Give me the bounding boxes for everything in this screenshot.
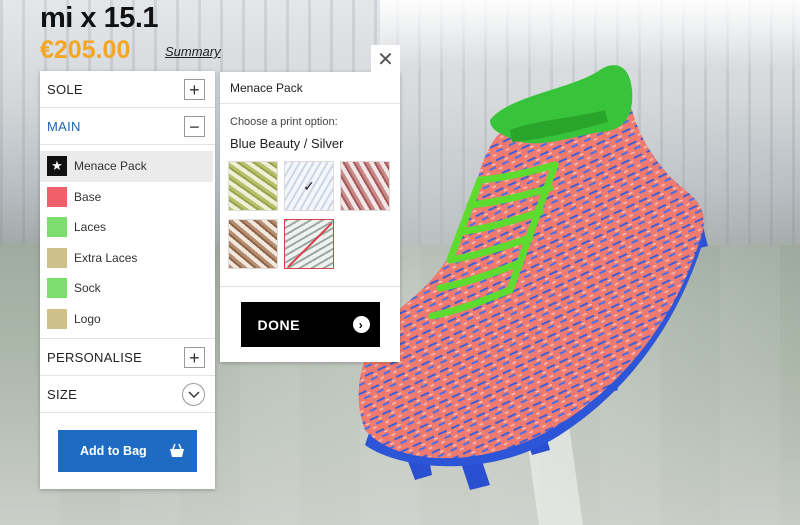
section-personalise[interactable]: PERSONALISE +	[40, 339, 215, 376]
done-label: DONE	[257, 316, 300, 333]
print-options-popup: ✕ Menace Pack Choose a print option: Blu…	[220, 45, 400, 362]
section-main[interactable]: MAIN −	[40, 108, 215, 145]
section-sole-label: SOLE	[47, 81, 83, 97]
part-logo[interactable]: Logo	[40, 304, 215, 335]
part-label: Laces	[74, 220, 107, 235]
section-main-label: MAIN	[47, 118, 81, 134]
collapse-minus-icon[interactable]: −	[184, 116, 205, 137]
done-area: DONE ›	[220, 286, 400, 362]
print-option-none[interactable]	[284, 219, 334, 269]
done-button[interactable]: DONE ›	[240, 302, 380, 347]
part-base[interactable]: Base	[40, 182, 215, 213]
product-title: mi x 15.1	[40, 2, 159, 34]
section-size-label: SIZE	[47, 386, 78, 402]
close-icon[interactable]: ✕	[371, 45, 400, 74]
part-extra-laces[interactable]: Extra Laces	[40, 243, 215, 274]
part-label: Sock	[74, 281, 101, 296]
expand-plus-icon[interactable]: +	[184, 347, 205, 368]
add-to-bag-label: Add to Bag	[80, 443, 147, 458]
star-icon: ★	[47, 156, 67, 177]
selected-print-name: Blue Beauty / Silver	[230, 136, 344, 151]
add-to-bag-area: Add to Bag	[40, 413, 215, 488]
print-option-green[interactable]	[228, 161, 278, 211]
color-swatch	[47, 247, 67, 268]
main-parts-list: ★ Menace Pack Base Laces Extra Laces Soc…	[40, 145, 215, 339]
chevron-down-icon[interactable]	[182, 383, 205, 406]
choose-print-label: Choose a print option:	[230, 116, 338, 128]
product-price: €205.00	[40, 36, 131, 64]
color-swatch	[47, 308, 67, 329]
add-to-bag-button[interactable]: Add to Bag	[58, 429, 197, 472]
summary-link[interactable]: Summary	[165, 44, 221, 59]
color-swatch	[47, 186, 67, 207]
section-sole[interactable]: SOLE +	[40, 71, 215, 108]
part-sock[interactable]: Sock	[40, 273, 215, 304]
print-option-blue-silver[interactable]: ✓	[284, 161, 334, 211]
print-options-grid: ✓	[220, 151, 400, 269]
part-label: Logo	[74, 311, 101, 326]
print-option-red[interactable]	[340, 161, 390, 211]
part-laces[interactable]: Laces	[40, 212, 215, 243]
shopping-basket-icon	[170, 443, 184, 457]
section-personalise-label: PERSONALISE	[47, 349, 143, 365]
arrow-right-icon: ›	[352, 316, 370, 333]
color-swatch	[47, 217, 67, 238]
section-size[interactable]: SIZE	[40, 376, 215, 413]
popup-title: Menace Pack	[220, 72, 400, 104]
part-menace-pack[interactable]: ★ Menace Pack	[40, 151, 213, 182]
customize-panel: SOLE + MAIN − ★ Menace Pack Base Laces E…	[40, 71, 215, 489]
part-label: Base	[74, 189, 102, 204]
color-swatch	[47, 278, 67, 299]
checkmark-icon: ✓	[303, 177, 315, 194]
part-label: Menace Pack	[74, 159, 147, 174]
part-label: Extra Laces	[74, 250, 138, 265]
expand-plus-icon[interactable]: +	[184, 79, 205, 100]
print-option-brown[interactable]	[228, 219, 278, 269]
